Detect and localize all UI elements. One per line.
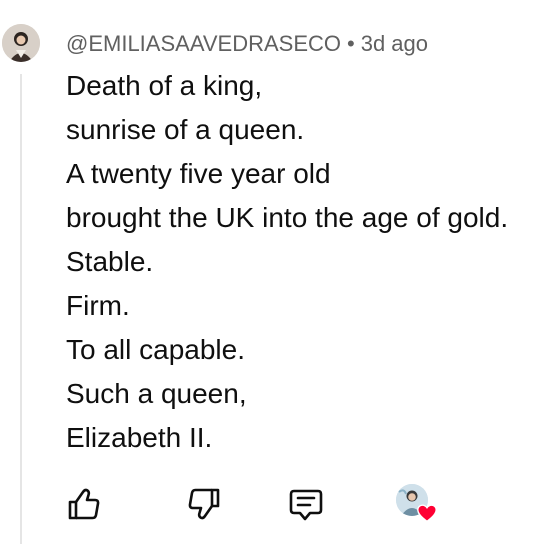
creator-heart-badge [392, 482, 440, 530]
commenter-avatar[interactable] [2, 24, 40, 62]
reply-button[interactable] [286, 484, 326, 524]
separator-dot: • [347, 31, 355, 56]
comment-line: To all capable. [66, 334, 246, 365]
reply-comment-icon [289, 489, 323, 521]
comment-time[interactable]: 3d ago [361, 31, 428, 56]
thread-line [20, 74, 22, 544]
comment-actions [0, 484, 560, 528]
thumb-down-icon [188, 488, 220, 520]
comment-line: Elizabeth II. [66, 422, 213, 453]
thumb-up-icon [68, 488, 100, 520]
comment-line: A twenty five year old [66, 158, 331, 189]
comment-body: Death of a king, sunrise of a queen. A t… [66, 64, 556, 460]
comment-line: Such a queen, [66, 378, 247, 409]
dislike-button[interactable] [184, 484, 224, 524]
comment-line: Stable. [66, 246, 154, 277]
comment-header: @EMILIASAAVEDRASECO • 3d ago [66, 30, 428, 58]
comment-line: brought the UK into the age of gold. [66, 202, 509, 233]
like-button[interactable] [64, 484, 104, 524]
creator-heart-icon [417, 504, 437, 523]
comment-line: Death of a king, [66, 70, 263, 101]
author-handle[interactable]: @EMILIASAAVEDRASECO [66, 31, 341, 56]
comment-line: sunrise of a queen. [66, 114, 305, 145]
comment-line: Firm. [66, 290, 130, 321]
